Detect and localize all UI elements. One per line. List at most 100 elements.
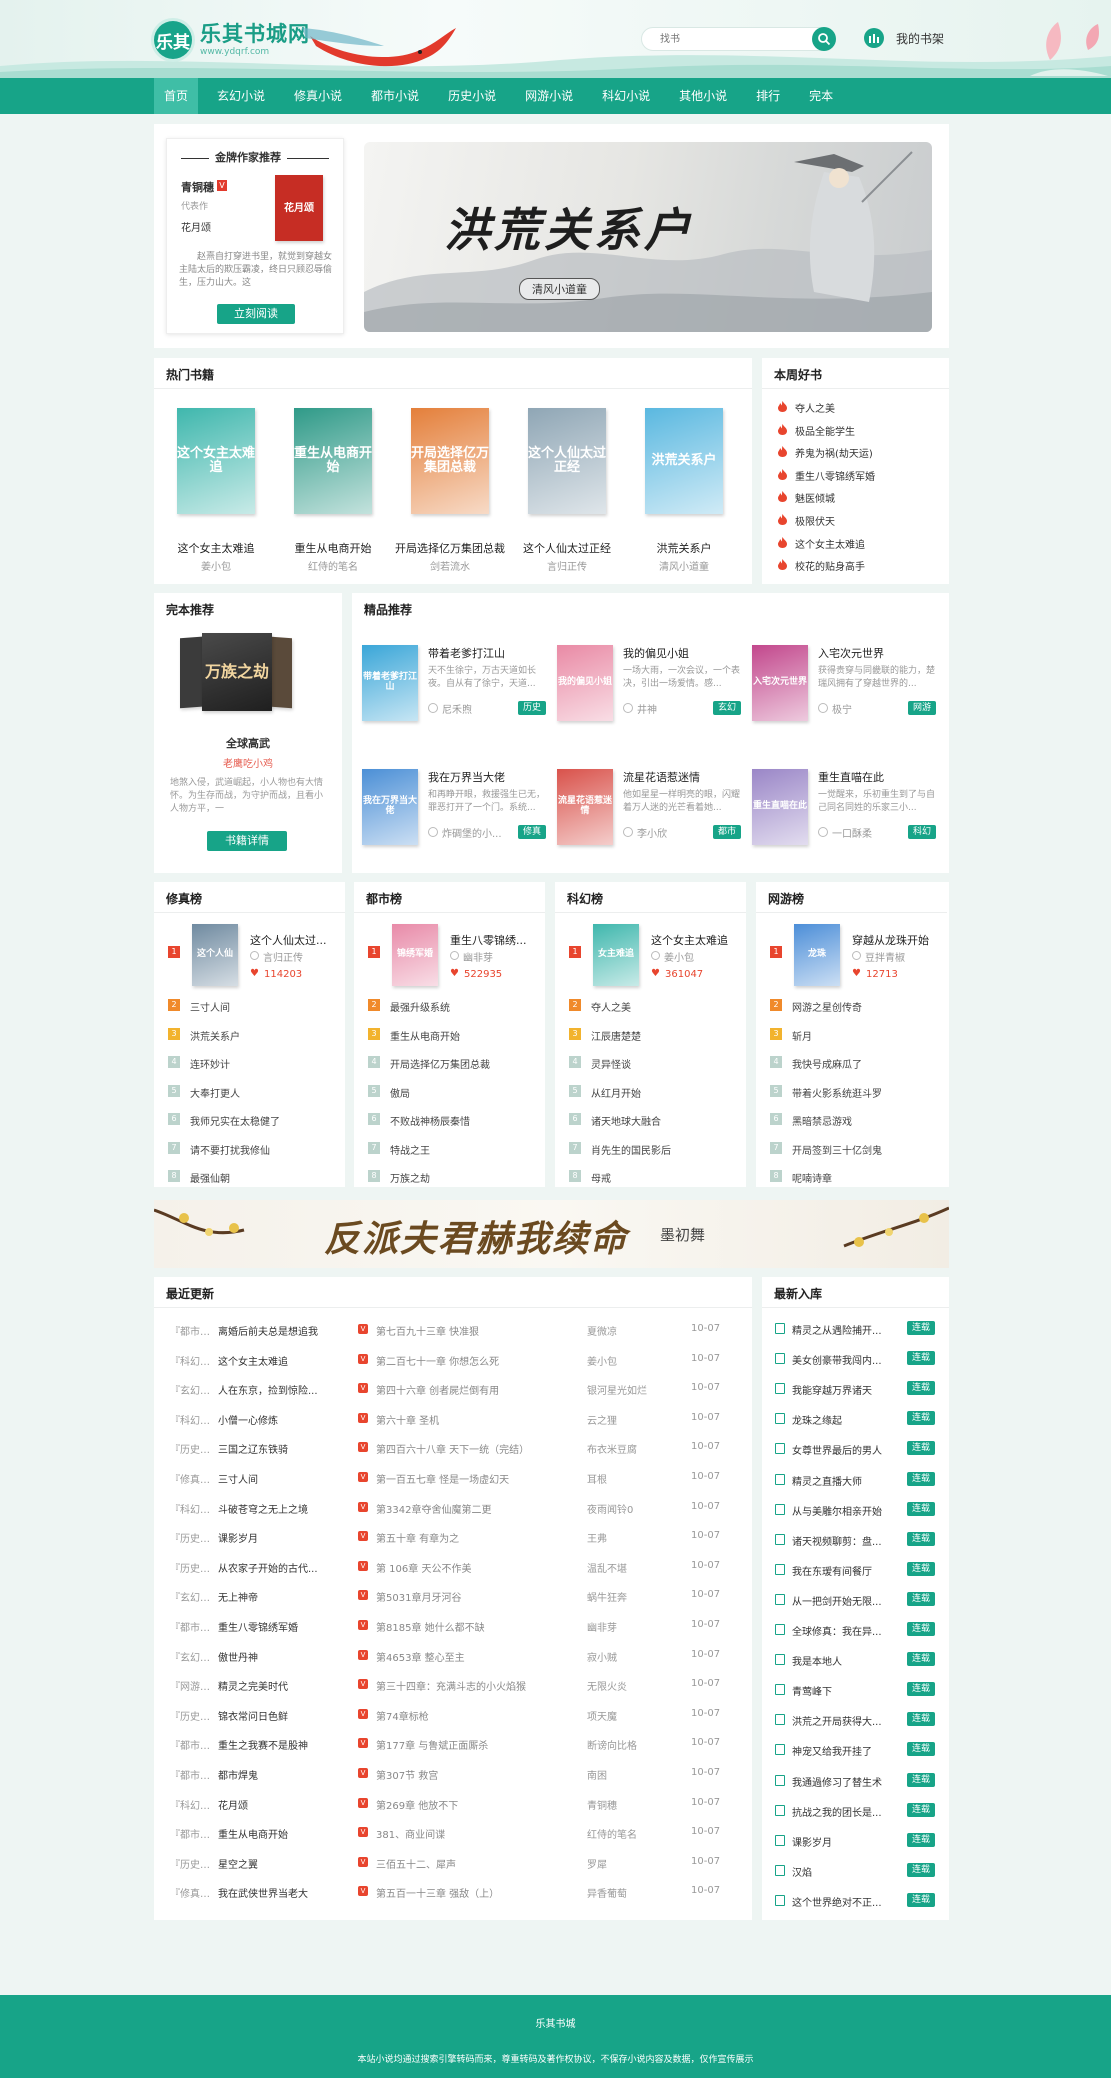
recent-author[interactable]: 断谤向比格 <box>587 1737 667 1752</box>
newest-book-name[interactable]: 课影岁月 <box>792 1834 894 1849</box>
hot-book-cover[interactable]: 重生从电商开始 <box>294 408 372 514</box>
recent-author[interactable]: 王弗 <box>587 1530 667 1545</box>
premium-book-author[interactable]: 炸碉堡的小... <box>442 825 512 840</box>
recent-author[interactable]: 异香葡萄 <box>587 1885 667 1900</box>
recent-chapter[interactable]: 381、商业间谍 <box>376 1826 572 1841</box>
recent-category[interactable]: 『都市小说』 <box>170 1619 218 1634</box>
recent-book-name[interactable]: 从农家子开始的古代... <box>218 1560 334 1575</box>
recent-chapter[interactable]: 第二百七十一章 你想怎么死 <box>376 1353 572 1368</box>
ranking-item[interactable]: 呢喃诗章 <box>792 1170 940 1185</box>
author-name[interactable]: 青铜穗 <box>181 179 214 195</box>
recent-book-name[interactable]: 我在武侠世界当老大 <box>218 1885 334 1900</box>
book-detail-button[interactable]: 书籍详情 <box>207 831 287 851</box>
newest-book-name[interactable]: 我通過修习了替生术 <box>792 1774 894 1789</box>
recent-book-name[interactable]: 星空之翼 <box>218 1856 334 1871</box>
premium-book-name[interactable]: 我在万界当大佬 <box>428 769 546 785</box>
ranking-top-author[interactable]: 豆拌青椒 <box>865 949 945 964</box>
premium-book-author[interactable]: 极宁 <box>832 701 902 716</box>
premium-book-name[interactable]: 入宅次元世界 <box>818 645 936 661</box>
recent-chapter[interactable]: 第269章 他放不下 <box>376 1797 572 1812</box>
ranking-item[interactable]: 灵异怪谈 <box>591 1056 739 1071</box>
newest-book-name[interactable]: 全球修真：我在异... <box>792 1623 894 1638</box>
recent-author[interactable]: 红侍的笔名 <box>587 1826 667 1841</box>
recent-category[interactable]: 『科幻小说』 <box>170 1797 218 1812</box>
newest-book-name[interactable]: 龙珠之缘起 <box>792 1412 894 1427</box>
nav-kehuan[interactable]: 科幻小说 <box>592 78 660 114</box>
weekly-book-item[interactable]: 极品全能学生 <box>795 423 940 438</box>
ranking-item[interactable]: 洪荒关系户 <box>190 1028 338 1043</box>
hot-book-author[interactable]: 红侍的笔名 <box>274 558 392 573</box>
newest-book-name[interactable]: 精灵之直播大师 <box>792 1473 894 1488</box>
recent-book-name[interactable]: 重生从电商开始 <box>218 1826 334 1841</box>
weekly-book-item[interactable]: 校花的贴身高手 <box>795 558 940 573</box>
newest-book-name[interactable]: 我在东瑷有间餐厅 <box>792 1563 894 1578</box>
premium-book-tag[interactable]: 网游 <box>908 701 937 715</box>
hot-book-cover[interactable]: 这个人仙太过正经 <box>528 408 606 514</box>
ranking-item[interactable]: 母戒 <box>591 1170 739 1185</box>
ranking-top-name[interactable]: 穿越从龙珠开始 <box>852 932 942 948</box>
recent-book-name[interactable]: 锦衣常问日色鲜 <box>218 1708 334 1723</box>
recent-book-name[interactable]: 重生八零锦绣军婚 <box>218 1619 334 1634</box>
nav-dushi[interactable]: 都市小说 <box>361 78 429 114</box>
recent-chapter[interactable]: 第3342章夺舍仙魔第二更 <box>376 1501 572 1516</box>
premium-book-author[interactable]: 李小欣 <box>637 825 707 840</box>
recent-chapter[interactable]: 第一百五七章 怪是一场虚幻天 <box>376 1471 572 1486</box>
recent-author[interactable]: 银河星光如烂 <box>587 1382 667 1397</box>
recent-chapter[interactable]: 第177章 与鲁斌正面厮杀 <box>376 1737 572 1752</box>
recent-category[interactable]: 『修真小说』 <box>170 1471 218 1486</box>
weekly-book-item[interactable]: 养鬼为祸(劫天运) <box>795 445 940 460</box>
recent-author[interactable]: 蜗牛狂奔 <box>587 1589 667 1604</box>
recent-chapter[interactable]: 第5031章月牙河谷 <box>376 1589 572 1604</box>
recent-category[interactable]: 『历史小说』 <box>170 1560 218 1575</box>
newest-book-name[interactable]: 青莺峰下 <box>792 1683 894 1698</box>
ranking-item[interactable]: 我快号成麻瓜了 <box>792 1056 940 1071</box>
search-button[interactable] <box>812 27 836 51</box>
recent-category[interactable]: 『都市小说』 <box>170 1767 218 1782</box>
recent-book-name[interactable]: 无上神帝 <box>218 1589 334 1604</box>
recent-chapter[interactable]: 第七百九十三章 快准狠 <box>376 1323 572 1338</box>
ranking-top-cover[interactable]: 女主难追 <box>593 924 639 986</box>
recent-chapter[interactable]: 第8185章 她什么都不缺 <box>376 1619 572 1634</box>
premium-book-name[interactable]: 带着老爹打江山 <box>428 645 546 661</box>
nav-finished[interactable]: 完本 <box>799 78 843 114</box>
recent-category[interactable]: 『都市小说』 <box>170 1826 218 1841</box>
recent-chapter[interactable]: 第 106章 天公不作美 <box>376 1560 572 1575</box>
read-now-button[interactable]: 立刻阅读 <box>217 304 295 324</box>
newest-book-name[interactable]: 美女创豪带我闯内... <box>792 1352 894 1367</box>
ranking-top-author[interactable]: 幽非芽 <box>463 949 543 964</box>
recent-chapter[interactable]: 第六十章 圣机 <box>376 1412 572 1427</box>
hot-book-name[interactable]: 这个女主太难追 <box>157 540 275 556</box>
premium-book-tag[interactable]: 玄幻 <box>713 701 742 715</box>
ranking-item[interactable]: 斩月 <box>792 1028 940 1043</box>
recent-category[interactable]: 『都市小说』 <box>170 1323 218 1338</box>
newest-book-name[interactable]: 神宠又给我开挂了 <box>792 1743 894 1758</box>
weekly-book-item[interactable]: 极限伏天 <box>795 513 940 528</box>
recent-author[interactable]: 云之狸 <box>587 1412 667 1427</box>
premium-book-author[interactable]: 井神 <box>637 701 707 716</box>
nav-other[interactable]: 其他小说 <box>669 78 737 114</box>
hot-book-author[interactable]: 清风小道童 <box>625 558 743 573</box>
recent-category[interactable]: 『网游小说』 <box>170 1678 218 1693</box>
premium-book-cover[interactable]: 我在万界当大佬 <box>362 769 418 845</box>
recent-author[interactable]: 幽非芽 <box>587 1619 667 1634</box>
ranking-item[interactable]: 连环妙计 <box>190 1056 338 1071</box>
site-logo[interactable]: 乐其 乐其书城网 www.ydqrf.com <box>154 20 310 60</box>
hot-book-cover[interactable]: 这个女主太难追 <box>177 408 255 514</box>
premium-book-cover[interactable]: 流星花语惹迷情 <box>557 769 613 845</box>
ranking-item[interactable]: 网游之星创传奇 <box>792 999 940 1014</box>
weekly-book-item[interactable]: 这个女主太难追 <box>795 536 940 551</box>
premium-book-cover[interactable]: 重生直喵在此 <box>752 769 808 845</box>
recent-author[interactable]: 耳根 <box>587 1471 667 1486</box>
recent-category[interactable]: 『历史小说』 <box>170 1441 218 1456</box>
premium-book-cover[interactable]: 我的偏见小姐 <box>557 645 613 721</box>
newest-book-name[interactable]: 精灵之从遇险捕开... <box>792 1322 894 1337</box>
ranking-item[interactable]: 开局选择亿万集团总裁 <box>390 1056 538 1071</box>
recent-category[interactable]: 『玄幻小说』 <box>170 1382 218 1397</box>
recent-book-name[interactable]: 都市焊鬼 <box>218 1767 334 1782</box>
finished-cover[interactable]: 万族之劫 <box>202 633 272 711</box>
recent-book-name[interactable]: 人在东京，捡到惊险... <box>218 1382 334 1397</box>
hot-book-name[interactable]: 重生从电商开始 <box>274 540 392 556</box>
recent-author[interactable]: 项天魔 <box>587 1708 667 1723</box>
ranking-item[interactable]: 黑暗禁忌游戏 <box>792 1113 940 1128</box>
newest-book-name[interactable]: 这个世界绝对不正... <box>792 1894 894 1909</box>
